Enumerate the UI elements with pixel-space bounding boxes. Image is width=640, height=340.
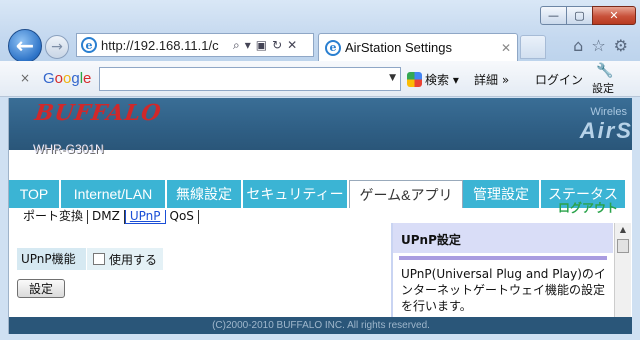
help-panel: UPnP設定 UPnP(Universal Plug and Play)のインタ… bbox=[391, 223, 613, 318]
model-name: WHR-G301N bbox=[33, 142, 104, 156]
tab-airstation[interactable]: e AirStation Settings ✕ bbox=[318, 33, 518, 61]
checkbox-box[interactable] bbox=[93, 253, 105, 265]
upnp-enable-checkbox[interactable]: 使用する bbox=[87, 248, 163, 270]
google-search-button[interactable]: 検索 ▾ bbox=[407, 71, 459, 88]
logout-link[interactable]: ログアウト bbox=[558, 199, 618, 216]
copyright-footer: (C)2000-2010 BUFFALO INC. All rights res… bbox=[9, 317, 632, 334]
airstation-logo: AirS bbox=[579, 118, 632, 143]
menu-item-3[interactable]: セキュリティー bbox=[243, 180, 349, 208]
address-tools: ⌕ ▾ ▣ ↻ ✕ bbox=[233, 38, 297, 53]
search-icon[interactable]: ⌕ bbox=[233, 38, 240, 53]
compatibility-icon[interactable]: ▣ bbox=[256, 38, 267, 53]
address-url[interactable]: http://192.168.11.1/c bbox=[101, 38, 229, 53]
submenu-item-2[interactable]: UPnP bbox=[124, 210, 166, 224]
browser-title-bar: — ▢ ✕ ← → e http://192.168.11.1/c ⌕ ▾ ▣ … bbox=[0, 0, 640, 64]
buffalo-logo: BUFFALO bbox=[33, 100, 164, 126]
menu-item-4[interactable]: ゲーム&アプリ bbox=[349, 180, 463, 208]
ie-page-icon: e bbox=[81, 37, 97, 53]
maximize-button[interactable]: ▢ bbox=[566, 6, 593, 25]
wrench-icon[interactable]: 🔧 bbox=[596, 63, 613, 79]
search-dropdown-icon[interactable]: ▼ bbox=[389, 73, 396, 83]
tab-page-icon: e bbox=[325, 39, 341, 56]
new-tab-button[interactable] bbox=[520, 35, 546, 59]
google-toolbar: × Google ▼ 検索 ▾ 詳細 » ログイン 🔧 設定 bbox=[0, 61, 640, 97]
browser-icons: ⌂ ☆ ⚙ bbox=[573, 36, 628, 55]
router-admin-page: BUFFALO Wireles AirS WHR-G301N TOP Intern… bbox=[8, 98, 632, 334]
scroll-thumb[interactable] bbox=[617, 239, 629, 253]
close-window-button[interactable]: ✕ bbox=[592, 6, 636, 25]
login-button[interactable]: ログイン bbox=[535, 71, 583, 88]
toolbar-close-icon[interactable]: × bbox=[20, 71, 30, 85]
help-text: UPnP(Universal Plug and Play)のインターネットゲート… bbox=[401, 267, 606, 313]
upnp-enable-label: 使用する bbox=[109, 252, 158, 267]
submenu-item-1[interactable]: DMZ bbox=[88, 210, 125, 224]
toolbar-settings-label[interactable]: 設定 bbox=[592, 80, 614, 96]
wireless-label: Wireles bbox=[590, 106, 627, 118]
help-scrollbar[interactable]: ▲ bbox=[614, 223, 631, 318]
stop-icon[interactable]: ✕ bbox=[287, 38, 297, 53]
upnp-setting-row: UPnP機能 使用する bbox=[17, 248, 164, 270]
forward-arrow-icon: → bbox=[51, 39, 63, 55]
back-arrow-icon: ← bbox=[15, 33, 35, 59]
submenu-item-0[interactable]: ポート変換 bbox=[19, 210, 89, 224]
menu-item-2[interactable]: 無線設定 bbox=[167, 180, 243, 208]
menu-item-5[interactable]: 管理設定 bbox=[463, 180, 541, 208]
upnp-label: UPnP機能 bbox=[17, 248, 87, 270]
favorites-star-icon[interactable]: ☆ bbox=[591, 36, 605, 55]
menu-item-1[interactable]: Internet/LAN bbox=[61, 180, 167, 208]
dropdown-icon[interactable]: ▾ bbox=[245, 38, 251, 53]
scroll-up-icon[interactable]: ▲ bbox=[615, 223, 631, 237]
refresh-icon[interactable]: ↻ bbox=[272, 38, 282, 53]
tools-gear-icon[interactable]: ⚙ bbox=[614, 36, 628, 55]
tab-title: AirStation Settings bbox=[345, 40, 452, 55]
google-search-input[interactable]: ▼ bbox=[99, 67, 401, 91]
google-logo: Google bbox=[43, 70, 92, 87]
header-banner: BUFFALO Wireles AirS WHR-G301N bbox=[9, 98, 632, 156]
details-button[interactable]: 詳細 » bbox=[474, 71, 509, 88]
window-controls: — ▢ ✕ bbox=[540, 6, 636, 25]
google-g-icon bbox=[407, 72, 422, 87]
home-icon[interactable]: ⌂ bbox=[573, 36, 583, 55]
save-settings-button[interactable]: 設定 bbox=[17, 279, 65, 298]
help-title: UPnP設定 bbox=[393, 223, 613, 253]
address-bar[interactable]: e http://192.168.11.1/c ⌕ ▾ ▣ ↻ ✕ bbox=[76, 33, 314, 57]
menu-item-0[interactable]: TOP bbox=[9, 180, 61, 208]
back-button[interactable]: ← bbox=[8, 29, 42, 63]
forward-button[interactable]: → bbox=[45, 35, 69, 59]
sub-menu: ポート変換 DMZ UPnP QoS bbox=[19, 210, 199, 224]
submenu-item-3[interactable]: QoS bbox=[166, 210, 199, 224]
main-menu: TOP Internet/LAN 無線設定 セキュリティー ゲーム&アプリ 管理設定 ステー… bbox=[9, 180, 632, 208]
minimize-button[interactable]: — bbox=[540, 6, 567, 25]
close-tab-icon[interactable]: ✕ bbox=[501, 41, 511, 55]
